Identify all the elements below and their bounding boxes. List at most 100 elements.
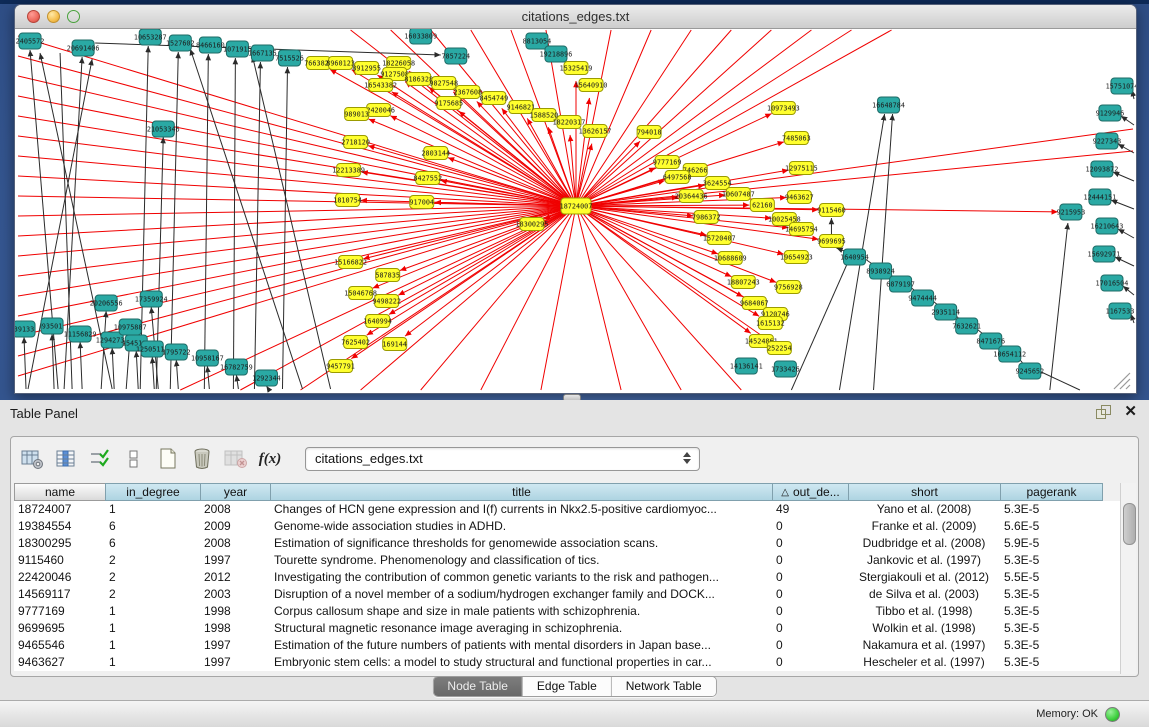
tab-edge-table[interactable]: Edge Table [522, 677, 611, 696]
table-row[interactable]: 911546021997Tourette syndrome. Phenomeno… [14, 552, 1135, 569]
graph-node[interactable]: 10607487 [722, 188, 755, 201]
graph-node[interactable]: 1640994 [363, 315, 392, 328]
graph-node[interactable]: 39133 [15, 321, 35, 337]
graph-node[interactable]: 9699695 [817, 235, 846, 248]
graph-edge[interactable] [1123, 286, 1134, 295]
table-row[interactable]: 1830029562008Estimation of significance … [14, 535, 1135, 552]
graph-node[interactable]: 2718120 [341, 136, 370, 149]
citation-edge[interactable] [448, 158, 576, 206]
graph-edge[interactable] [236, 375, 238, 389]
table-row[interactable]: 946554611997Estimation of the future num… [14, 637, 1135, 654]
graph-edge[interactable] [136, 351, 138, 389]
graph-node[interactable]: 2935114 [931, 304, 960, 320]
graph-node[interactable]: 7625402 [341, 336, 370, 349]
citation-edge[interactable] [18, 206, 576, 296]
graph-node[interactable]: 7857224 [441, 48, 470, 64]
graph-node[interactable]: 93501 [41, 318, 63, 334]
graph-node[interactable]: 6879197 [886, 276, 915, 292]
graph-edge[interactable] [1050, 223, 1068, 390]
table-selector-combobox[interactable]: citations_edges.txt [305, 447, 700, 471]
citation-edge[interactable] [363, 206, 576, 259]
graph-node[interactable]: 11156829 [64, 326, 97, 342]
table-row[interactable]: 2242004622012Investigating the contribut… [14, 569, 1135, 586]
graph-node[interactable]: 8427552 [413, 172, 442, 185]
network-canvas[interactable]: 2405572206914061065328715276028466160107… [15, 29, 1136, 393]
graph-node[interactable]: 8912955 [352, 62, 381, 75]
citation-edge[interactable] [18, 56, 576, 206]
graph-node[interactable]: 16648784 [872, 97, 905, 113]
close-panel-icon[interactable]: ✕ [1124, 405, 1137, 418]
graph-node[interactable]: 1167533 [1106, 303, 1135, 319]
graph-node[interactable]: 8960123 [326, 57, 355, 70]
graph-node[interactable]: 9777169 [653, 156, 682, 169]
float-panel-icon[interactable] [1096, 405, 1110, 418]
graph-node[interactable]: 1640954 [840, 249, 869, 265]
citation-edge[interactable] [570, 135, 576, 206]
window-resize-grip[interactable] [1114, 373, 1130, 389]
graph-node[interactable]: 1292344 [252, 370, 281, 386]
graph-node[interactable]: 16033809 [404, 29, 437, 44]
graph-node[interactable]: 1615132 [756, 317, 785, 330]
table-row[interactable]: 977716911998Corpus callosum shape and si… [14, 603, 1135, 620]
graph-node[interactable]: 1810754 [333, 194, 362, 207]
graph-edge[interactable] [170, 52, 178, 389]
graph-node[interactable]: 15640910 [575, 79, 608, 92]
citation-edge[interactable] [240, 206, 576, 390]
graph-node[interactable]: 14695754 [785, 223, 818, 236]
graph-node[interactable]: 169144 [382, 338, 407, 351]
graph-edge[interactable] [152, 357, 154, 389]
graph-node[interactable]: 12975115 [785, 162, 818, 175]
column-header-in-degree[interactable]: in_degree [105, 483, 200, 501]
graph-node[interactable]: 15692971 [1088, 246, 1121, 262]
graph-node[interactable]: 9756928 [774, 281, 803, 294]
graph-node[interactable]: 2803144 [421, 147, 450, 160]
graph-node[interactable]: 10653287 [134, 29, 167, 45]
table-scrollbar[interactable] [1120, 483, 1136, 674]
graph-edge[interactable] [80, 342, 82, 389]
delete-table-icon[interactable] [223, 446, 249, 472]
table-row[interactable]: 1872400712008Changes of HCN gene express… [14, 501, 1135, 518]
graph-node[interactable]: 587835 [375, 269, 400, 282]
new-table-icon[interactable] [155, 446, 181, 472]
graph-node[interactable]: 15751074 [1106, 78, 1136, 94]
column-header-year[interactable]: year [200, 483, 270, 501]
graph-node[interactable]: 252254 [767, 342, 792, 355]
graph-node[interactable]: 6497568 [663, 171, 692, 184]
table-row[interactable]: 1938455462009Genome-wide association stu… [14, 518, 1135, 535]
graph-node[interactable]: 19654923 [780, 251, 813, 264]
graph-edge[interactable] [204, 54, 208, 389]
graph-node[interactable]: 989013 [344, 108, 369, 121]
graph-node[interactable]: 17016504 [1096, 275, 1129, 291]
graph-node[interactable]: 2405572 [16, 33, 45, 49]
table-row[interactable]: 1456911722003Disruption of a novel membe… [14, 586, 1135, 603]
graph-node[interactable]: 8466160 [196, 37, 225, 53]
table-row[interactable]: 946362711997Embryonic stem cells: a mode… [14, 654, 1135, 671]
graph-edge[interactable] [1121, 116, 1134, 125]
graph-node[interactable]: 10958167 [191, 350, 224, 366]
graph-node[interactable]: 62160 [750, 199, 774, 212]
graph-edge[interactable] [233, 58, 235, 389]
graph-node[interactable]: 1667135 [248, 45, 277, 61]
graph-node[interactable]: 9129946 [1096, 105, 1125, 121]
graph-node[interactable]: 9115460 [817, 204, 846, 217]
graph-node[interactable]: 9245652 [1015, 363, 1044, 379]
graph-edge[interactable] [1111, 200, 1134, 209]
graph-edge[interactable] [1115, 257, 1134, 266]
graph-node[interactable]: 15325419 [560, 62, 593, 75]
graph-node[interactable]: 14136141 [730, 358, 763, 374]
citation-edge[interactable] [18, 206, 576, 336]
graph-node[interactable]: 15720407 [703, 232, 736, 245]
graph-node[interactable]: 21053346 [147, 121, 180, 137]
graph-node[interactable]: 16782759 [220, 359, 253, 375]
graph-node[interactable]: 1527602 [166, 35, 195, 51]
citation-edge[interactable] [576, 206, 681, 390]
citation-edge[interactable] [576, 30, 811, 206]
graph-node[interactable]: 13626157 [579, 125, 612, 138]
column-header-short[interactable]: short [848, 483, 1000, 501]
graph-node[interactable]: 917004 [409, 196, 434, 209]
graph-node[interactable]: 16210643 [1091, 218, 1124, 234]
graph-edge[interactable] [24, 337, 26, 389]
graph-node[interactable]: 20364436 [675, 190, 708, 203]
function-builder-icon[interactable]: f(x) [257, 446, 283, 472]
graph-node[interactable]: 9227343 [1093, 133, 1122, 149]
